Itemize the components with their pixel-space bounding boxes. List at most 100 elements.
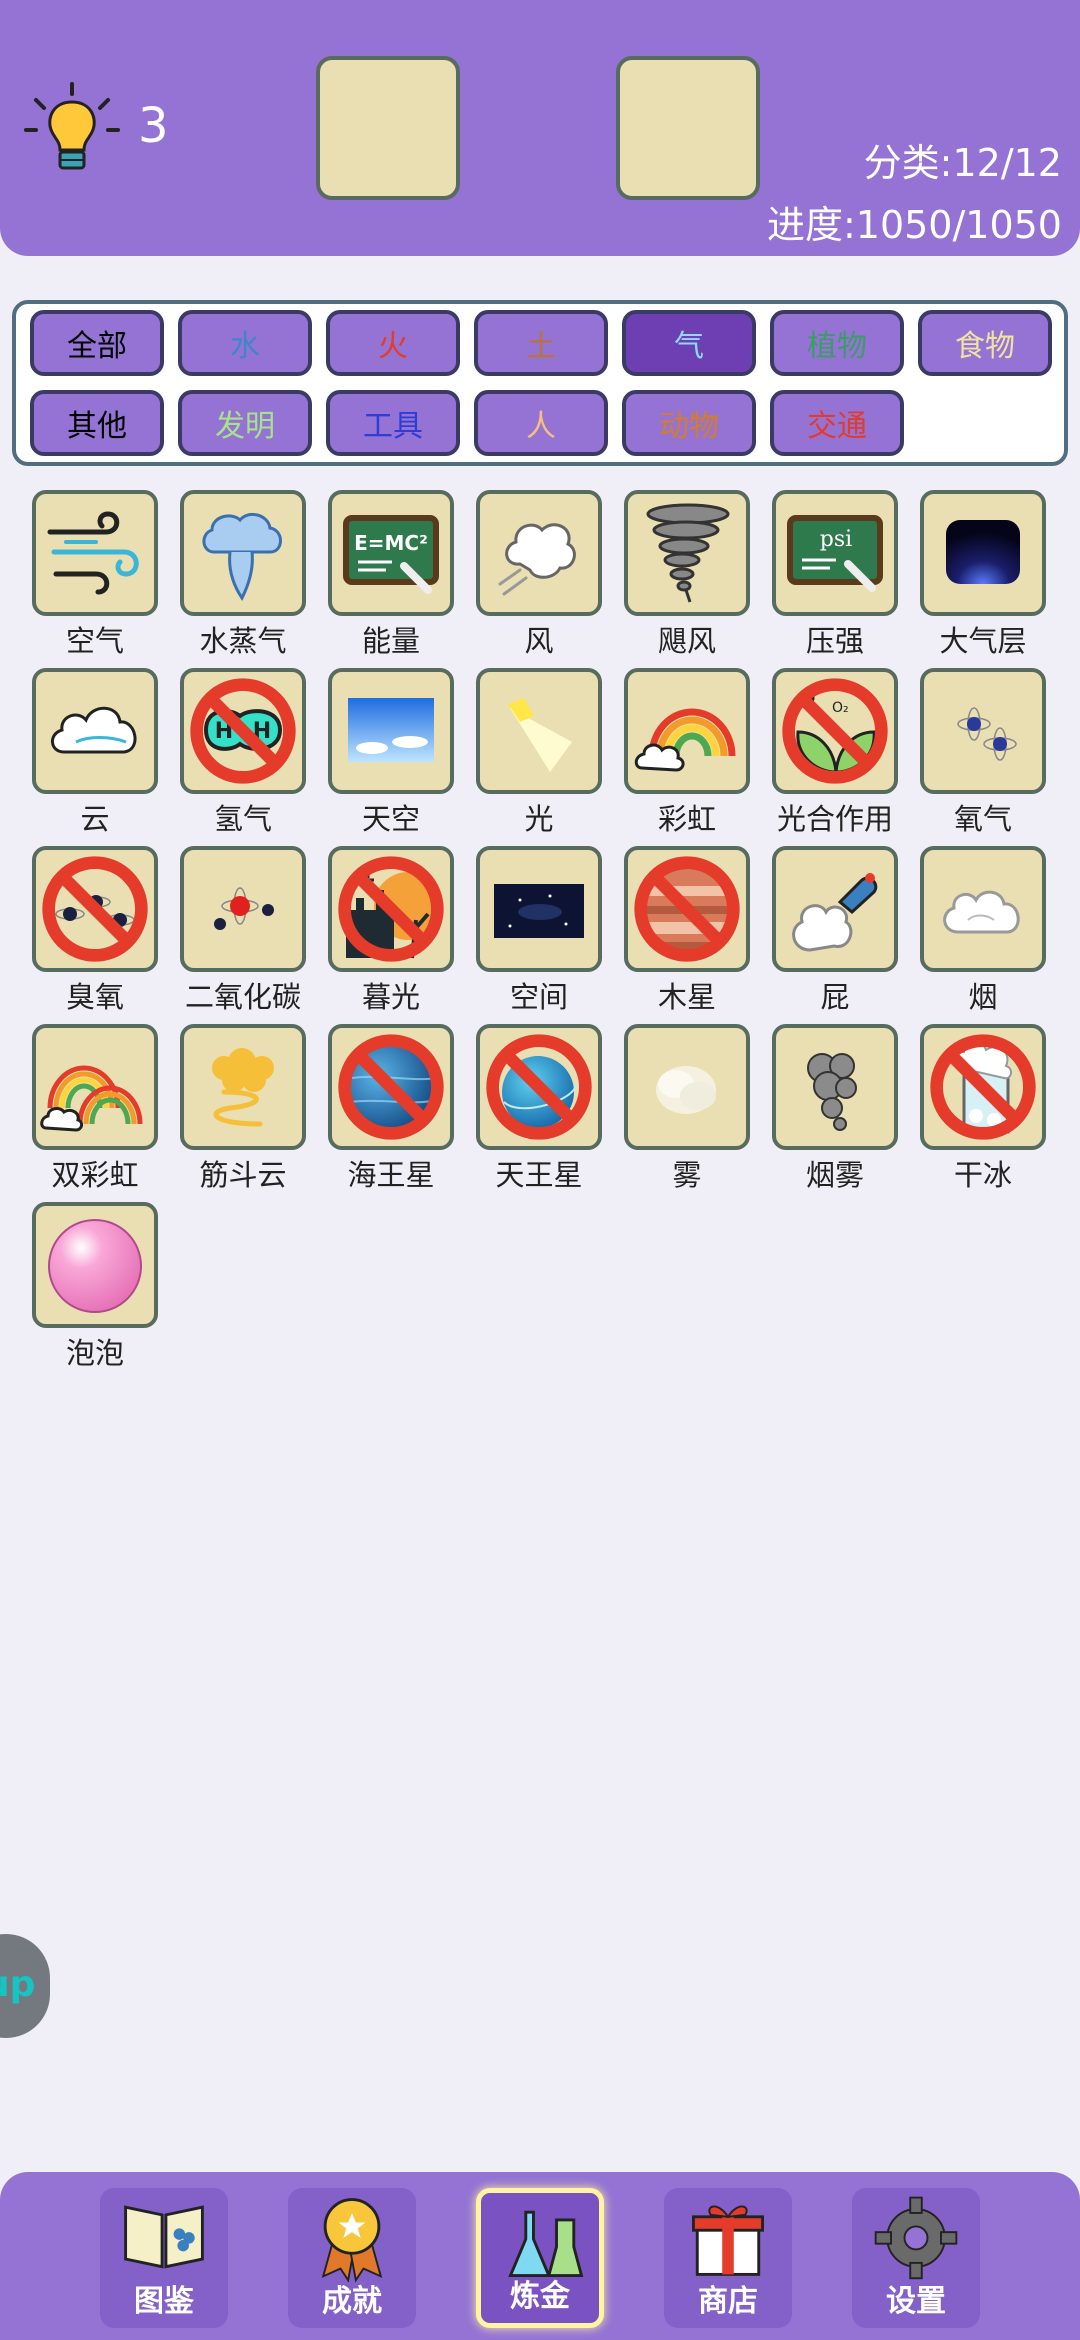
element-label: 氢气 (213, 802, 272, 836)
element-tile[interactable] (624, 668, 750, 794)
tab-gift[interactable]: 商店 (664, 2188, 792, 2328)
smoke-cloud-icon (943, 890, 1020, 934)
element-tile[interactable] (920, 490, 1046, 616)
tab-label: 设置 (886, 2284, 946, 2319)
emc2-board-icon: E=MC² (343, 515, 439, 594)
element-tile[interactable]: psi (772, 490, 898, 616)
locked-ban-icon (338, 856, 444, 962)
element-tile[interactable] (476, 668, 602, 794)
filter-tab[interactable]: 食物 (918, 310, 1052, 376)
combine-slot-left[interactable] (316, 56, 460, 200)
element-tile[interactable] (328, 846, 454, 972)
element-label: 雾 (672, 1158, 702, 1192)
element-tile[interactable] (476, 490, 602, 616)
element-tile[interactable] (32, 490, 158, 616)
element-label: 天王星 (495, 1158, 583, 1192)
filter-tab[interactable]: 全部 (30, 310, 164, 376)
element-tile[interactable] (32, 1202, 158, 1328)
filter-tab[interactable]: 动物 (622, 390, 756, 456)
sky-icon (348, 698, 434, 762)
locked-ban-icon (782, 678, 888, 784)
element-tile[interactable]: E=MC² (328, 490, 454, 616)
atmosphere-icon (946, 520, 1020, 584)
tab-label: 成就 (322, 2284, 382, 2319)
element-label: 能量 (361, 624, 420, 658)
gust-icon (498, 523, 576, 596)
element-label: 烟雾 (805, 1158, 864, 1192)
element-tile[interactable] (180, 1024, 306, 1150)
filter-tab[interactable]: 人 (474, 390, 608, 456)
lightbulb-hint-icon[interactable] (22, 80, 122, 180)
element-tile[interactable] (624, 1024, 750, 1150)
element-label: 空气 (65, 624, 124, 658)
cloud-icon (51, 706, 137, 754)
element-label: 暮光 (361, 980, 420, 1014)
element-tile[interactable] (920, 846, 1046, 972)
element-tile[interactable] (180, 490, 306, 616)
bottom-tab-bar: 图鉴 成就 炼金 商店 设置 (0, 2172, 1080, 2340)
filter-tab[interactable]: 其他 (30, 390, 164, 456)
hint-count: 3 (138, 98, 169, 154)
fog-icon (656, 1066, 716, 1114)
element-tile[interactable] (328, 1024, 454, 1150)
element-tile[interactable] (32, 668, 158, 794)
element-label: 光 (524, 802, 554, 836)
filter-tab[interactable]: 火 (326, 310, 460, 376)
element-label: 大气层 (939, 624, 1027, 658)
filter-tab[interactable]: 土 (474, 310, 608, 376)
element-tile[interactable] (476, 846, 602, 972)
filter-tab[interactable]: 发明 (178, 390, 312, 456)
element-label: 海王星 (347, 1158, 435, 1192)
element-label: 二氧化碳 (184, 980, 301, 1014)
element-tile[interactable] (32, 846, 158, 972)
locked-ban-icon (930, 1034, 1036, 1140)
co2-molecule-icon (214, 887, 274, 930)
element-tile[interactable] (624, 490, 750, 616)
element-tile[interactable] (32, 1024, 158, 1150)
bubble-icon (48, 1219, 142, 1313)
wind-swirl-icon (47, 511, 139, 595)
tab-flask[interactable]: 炼金 (476, 2188, 604, 2328)
filter-tab[interactable]: 气 (622, 310, 756, 376)
element-label: 木星 (657, 980, 716, 1014)
element-tile[interactable] (624, 846, 750, 972)
element-label: 双彩虹 (51, 1158, 139, 1192)
element-tile[interactable]: O₂ (772, 668, 898, 794)
space-icon (494, 884, 584, 938)
gear-icon (874, 2196, 958, 2280)
element-label: 屁 (820, 980, 850, 1014)
oxygen-molecule-icon (957, 707, 1017, 761)
category-count: 分类:12/12 (863, 141, 1062, 185)
element-tile[interactable] (772, 846, 898, 972)
element-tile[interactable] (920, 1024, 1046, 1150)
element-label: 云 (80, 802, 110, 836)
element-tile[interactable] (328, 668, 454, 794)
element-label: 水蒸气 (199, 624, 287, 658)
element-tile[interactable] (180, 846, 306, 972)
filter-tab[interactable]: 水 (178, 310, 312, 376)
element-label: 筋斗云 (199, 1158, 287, 1192)
progress-count: 进度:1050/1050 (766, 203, 1062, 247)
tab-book[interactable]: 图鉴 (100, 2188, 228, 2328)
tab-gear[interactable]: 设置 (852, 2188, 980, 2328)
combine-slot-right[interactable] (616, 56, 760, 200)
element-tile[interactable] (772, 1024, 898, 1150)
smog-icon (807, 1053, 857, 1131)
filter-tab[interactable]: 交通 (770, 390, 904, 456)
tab-label: 炼金 (510, 2279, 570, 2314)
side-floating-button[interactable]: up (0, 1934, 50, 2038)
locked-ban-icon (634, 856, 740, 962)
gift-icon (692, 2205, 764, 2276)
top-bar: 3 分类:12/12 进度:1050/1050 (0, 0, 1080, 256)
psi-board-icon: psi (787, 515, 883, 592)
element-label: 氧气 (953, 802, 1012, 836)
tab-medal[interactable]: 成就 (288, 2188, 416, 2328)
element-tile[interactable] (920, 668, 1046, 794)
element-tile[interactable]: HH (180, 668, 306, 794)
fart-icon (792, 873, 878, 952)
element-label: 天空 (361, 802, 420, 836)
medal-icon (321, 2198, 383, 2283)
filter-tab[interactable]: 植物 (770, 310, 904, 376)
filter-tab[interactable]: 工具 (326, 390, 460, 456)
element-tile[interactable] (476, 1024, 602, 1150)
